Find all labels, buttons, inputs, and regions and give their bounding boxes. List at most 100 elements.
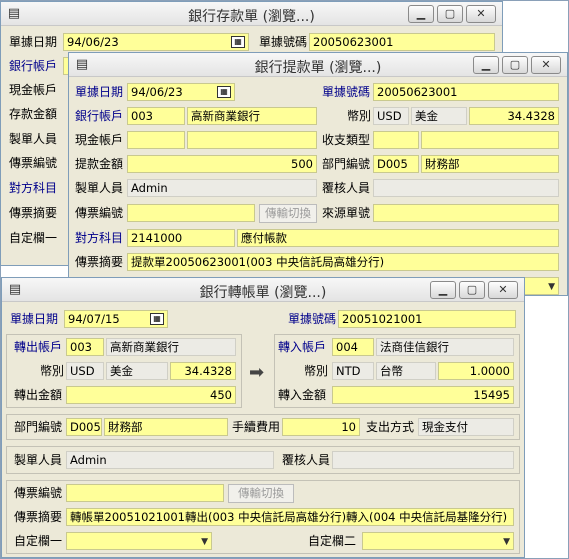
out-rate-field[interactable]: 34.4328 [170,362,236,380]
dept-label: 部門編號 [322,157,371,171]
bank-account-label: 銀行帳戶 [9,59,58,73]
in-currency-label: 幣別 [304,364,329,378]
doc-no-field[interactable]: 20051021001 [338,310,516,328]
close-button[interactable]: ✕ [488,281,518,299]
calendar-icon[interactable]: ▦ [217,86,231,98]
bank-name-field[interactable]: 高新商業銀行 [187,107,317,125]
dept-code-field[interactable]: D005 [66,418,102,436]
dept-name-field[interactable]: 財務部 [421,155,559,173]
close-icon: ✕ [498,283,508,296]
maker-label: 製單人員 [75,181,124,195]
close-icon: ✕ [541,58,551,71]
in-rate-field[interactable]: 1.0000 [438,362,514,380]
chevron-down-icon[interactable]: ▼ [548,281,555,293]
amount-label: 提款金額 [75,157,124,171]
summary-label: 傳票摘要 [9,206,58,220]
dept-code-field[interactable]: D005 [373,155,419,173]
minimize-icon: ▁ [481,58,491,71]
deposit-titlebar[interactable]: ▤ 銀行存款單 (瀏覽...) ▁ ▢ ✕ [1,2,502,26]
dept-label: 部門編號 [14,420,63,434]
maker-field: Admin [66,451,274,469]
deposit-amount-label: 存款金額 [9,107,58,121]
dept-name-field[interactable]: 財務部 [104,418,228,436]
bank-code-field[interactable]: 003 [127,107,185,125]
cash-account-label: 現金帳戶 [9,83,58,97]
out-name-field: 高新商業銀行 [106,338,236,356]
withdrawal-window: ▤ 銀行提款單 (瀏覽...) ▁ ▢ ✕ 單據日期 94/06/23 ▦ 單據號… [68,52,568,296]
currency-name-field: 美金 [411,107,467,125]
right-arrow-icon: ➡ [249,362,265,383]
maximize-icon: ▢ [466,283,478,296]
out-code-field[interactable]: 003 [66,338,104,356]
fee-label: 手續費用 [232,420,281,434]
date-field[interactable]: 94/06/23 ▦ [127,83,235,101]
custom1-label: 自定欄一 [14,534,63,548]
voucher-field[interactable] [66,484,224,502]
close-icon: ✕ [476,7,486,20]
in-code-field[interactable]: 004 [332,338,374,356]
close-button[interactable]: ✕ [466,5,496,23]
maker-field: Admin [127,179,317,197]
out-currency-code-field: USD [66,362,104,380]
cash-name-field[interactable] [187,131,317,149]
minimize-button[interactable]: ▁ [430,281,456,299]
minimize-icon: ▁ [438,283,448,296]
source-no-field[interactable] [373,204,559,222]
maker-label: 製單人員 [14,453,63,467]
pay-method-label: 支出方式 [366,420,415,434]
maximize-button[interactable]: ▢ [502,56,528,74]
minimize-button[interactable]: ▁ [473,56,499,74]
maker-label: 製單人員 [9,132,58,146]
currency-label: 幣別 [347,109,372,123]
doc-no-label: 單據號碼 [288,312,337,326]
fee-field[interactable]: 10 [282,418,360,436]
transfer-window: ▤ 銀行轉帳單 (瀏覽...) ▁ ▢ ✕ 單據日期 94/07/15 ▦ 單據號… [1,277,525,558]
doc-no-field[interactable]: 20050623001 [309,33,495,51]
out-currency-name-field: 美金 [106,362,168,380]
summary-field[interactable]: 轉帳單20051021001轉出(003 中央信託局高雄分行)轉入(004 中央… [66,508,514,526]
date-field[interactable]: 94/06/23 ▦ [63,33,249,51]
type-code-field[interactable] [373,131,419,149]
summary-field[interactable]: 提款單20050623001(003 中央信託局高雄分行) [127,253,559,271]
in-name-field: 法商佳信銀行 [376,338,514,356]
summary-label: 傳票摘要 [14,510,63,524]
custom1-field[interactable]: ▼ [66,532,212,550]
in-currency-name-field: 台幣 [376,362,436,380]
chevron-down-icon[interactable]: ▼ [201,536,208,548]
maximize-button[interactable]: ▢ [459,281,485,299]
voucher-label: 傳票編號 [14,486,63,500]
calendar-icon[interactable]: ▦ [231,36,245,48]
custom2-field[interactable]: ▼ [362,532,514,550]
cash-account-label: 現金帳戶 [75,133,124,147]
date-field[interactable]: 94/07/15 ▦ [64,310,168,328]
account-code-field[interactable]: 2141000 [127,229,235,247]
chevron-down-icon[interactable]: ▼ [503,536,510,548]
reviewer-label: 覆核人員 [322,181,371,195]
account-name-field[interactable]: 應付帳款 [237,229,559,247]
account-label: 對方科目 [75,231,124,245]
in-currency-code-field: NTD [332,362,374,380]
custom2-label: 自定欄二 [308,534,357,548]
doc-no-field[interactable]: 20050623001 [373,83,559,101]
voucher-label: 傳票編號 [9,156,58,170]
close-button[interactable]: ✕ [531,56,561,74]
withdrawal-titlebar[interactable]: ▤ 銀行提款單 (瀏覽...) ▁ ▢ ✕ [69,53,567,77]
date-label: 單據日期 [9,35,58,49]
cash-code-field[interactable] [127,131,185,149]
calendar-icon[interactable]: ▦ [150,313,164,325]
transfer-toggle-button[interactable]: 傳輸切換 [259,204,317,223]
transfer-toggle-button[interactable]: 傳輸切換 [228,484,294,503]
doc-no-label: 單據號碼 [322,85,371,99]
in-amount-label: 轉入金額 [278,388,327,402]
type-name-field[interactable] [421,131,559,149]
minimize-button[interactable]: ▁ [408,5,434,23]
amount-field[interactable]: 500 [127,155,317,173]
out-amount-field[interactable]: 450 [66,386,236,404]
maximize-button[interactable]: ▢ [437,5,463,23]
transfer-titlebar[interactable]: ▤ 銀行轉帳單 (瀏覽...) ▁ ▢ ✕ [2,278,524,302]
out-amount-label: 轉出金額 [14,388,63,402]
in-account-label: 轉入帳戶 [278,340,327,354]
voucher-field[interactable] [127,204,255,222]
in-amount-field[interactable]: 15495 [332,386,514,404]
rate-field[interactable]: 34.4328 [469,107,559,125]
